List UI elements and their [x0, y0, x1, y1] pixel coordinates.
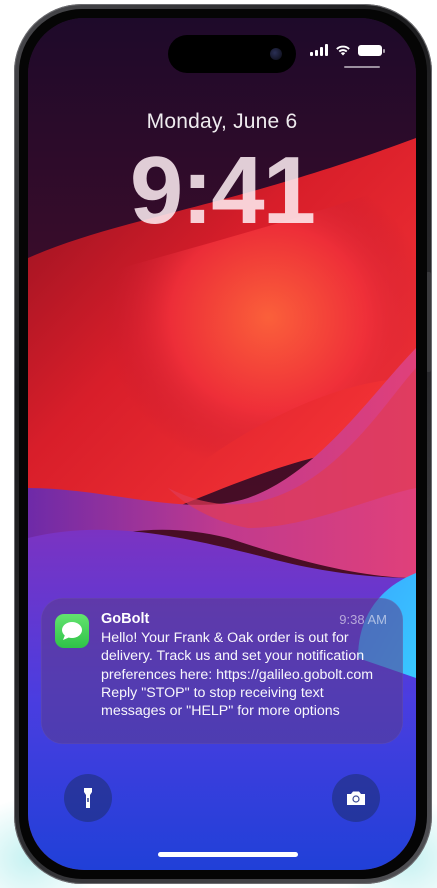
notification-app-name: GoBolt	[101, 611, 150, 627]
notification-body: Hello! Your Frank & Oak order is out for…	[101, 629, 391, 720]
status-indicator-line	[344, 66, 380, 68]
front-camera	[270, 48, 282, 60]
home-indicator[interactable]	[158, 852, 298, 857]
flashlight-icon	[84, 788, 92, 808]
notification-line: delivery. Track us and set your notifica…	[101, 648, 365, 665]
notification-line: Reply "STOP" to stop receiving text	[101, 684, 324, 701]
screenshot-stage: Monday, June 6 9:41 GoBolt 9:38 AM Hello…	[0, 0, 437, 888]
messages-icon	[55, 614, 89, 648]
notification-line: messages or "HELP" for more options	[101, 703, 340, 720]
notification-line: Hello! Your Frank & Oak order is out for	[101, 630, 349, 646]
lock-screen: Monday, June 6 9:41 GoBolt 9:38 AM Hello…	[28, 18, 416, 870]
message-notification[interactable]: GoBolt 9:38 AM Hello! Your Frank & Oak o…	[41, 598, 403, 744]
battery-icon	[358, 44, 385, 56]
notification-time: 9:38 AM	[339, 612, 387, 627]
status-bar	[310, 44, 385, 56]
flashlight-button[interactable]	[64, 774, 112, 822]
camera-icon	[347, 791, 365, 805]
dynamic-island	[168, 35, 296, 73]
lock-date: Monday, June 6	[146, 110, 298, 133]
wifi-icon	[336, 45, 350, 56]
notification-line: preferences here: https://galileo.gobolt…	[101, 666, 374, 683]
cellular-signal-icon	[310, 44, 328, 56]
camera-button[interactable]	[332, 774, 380, 822]
lock-time: 9:41	[129, 137, 316, 244]
